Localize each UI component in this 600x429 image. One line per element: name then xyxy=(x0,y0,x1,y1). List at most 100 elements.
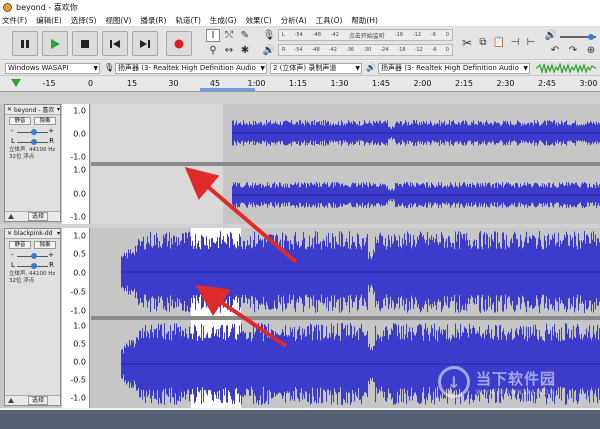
waveform-left-channel[interactable] xyxy=(91,104,600,162)
solo-button[interactable]: 独奏 xyxy=(34,117,56,125)
trim-icon[interactable]: ⊣ xyxy=(508,36,522,49)
menu-tracks[interactable]: 轨道(T) xyxy=(175,15,200,26)
waveform-left-channel[interactable] xyxy=(91,228,600,316)
zoom-tool-icon[interactable]: ⚲ xyxy=(206,44,220,57)
audio-host-select[interactable]: Windows WASAPI ▼ xyxy=(5,63,100,74)
chevron-down-icon[interactable]: ▾ xyxy=(57,106,60,113)
skip-to-start-button[interactable] xyxy=(102,31,128,56)
record-button[interactable] xyxy=(166,31,192,56)
play-icon xyxy=(51,38,60,49)
recording-channels-select[interactable]: 2 (立体声) 录制声道 ▼ xyxy=(270,63,362,74)
play-head-icon[interactable] xyxy=(11,79,21,87)
pause-button[interactable] xyxy=(12,31,38,56)
timeline-ruler[interactable]: -15 0 15 30 45 1:00 1:15 1:30 1:45 2:00 2:15 2:30 2:… xyxy=(0,76,600,92)
track-format: 立体声, 44100 Hz xyxy=(9,271,56,277)
menu-view[interactable]: 视图(V) xyxy=(105,15,131,26)
pan-slider-knob[interactable] xyxy=(31,139,37,145)
mute-button[interactable]: 静音 xyxy=(9,241,31,249)
solo-button[interactable]: 独奏 xyxy=(34,241,56,249)
track-bit-depth: 32位 浮点 xyxy=(9,278,35,284)
meter-tick: -54 xyxy=(294,32,303,38)
collapse-track-icon[interactable] xyxy=(8,398,14,403)
track-name[interactable]: blackpink-dd xyxy=(14,230,57,237)
draw-tool-icon[interactable]: ✎ xyxy=(238,29,252,42)
track-name[interactable]: beyond - 喜欢 xyxy=(14,105,57,114)
gain-minus-label: - xyxy=(11,127,14,135)
status-bar xyxy=(0,410,600,429)
recording-channels-value: 2 (立体声) 录制声道 xyxy=(273,64,337,72)
envelope-tool-icon[interactable]: ⤲ xyxy=(222,29,236,42)
menu-transport[interactable]: 播录(R) xyxy=(140,15,166,26)
track-footer: 选择 xyxy=(5,211,60,221)
watermark-logo-icon: ↓ xyxy=(438,366,470,398)
playback-meter[interactable]: R -54 -48 -42 -36 -30 -24 -18 -12 -6 0 xyxy=(278,44,453,56)
meter-tick: -18 xyxy=(397,47,406,53)
gain-slider-knob[interactable] xyxy=(31,129,37,135)
track-buttons: 静音 独奏 xyxy=(5,115,60,127)
recording-device-select[interactable]: 扬声器 (3- Realtek High Definition Audio ▼ xyxy=(115,63,267,74)
undo-icon[interactable]: ↶ xyxy=(548,44,562,57)
microphone-icon[interactable]: 🎙 xyxy=(262,29,276,42)
menu-help[interactable]: 帮助(H) xyxy=(351,15,378,26)
cut-icon[interactable]: ✂ xyxy=(460,36,474,50)
chevron-down-icon: ▼ xyxy=(93,65,98,72)
menu-effect[interactable]: 效果(C) xyxy=(246,15,272,26)
chevron-down-icon[interactable]: ▾ xyxy=(57,230,60,237)
amplitude-scale: 1.0 0.0 -1.0 1.0 0.0 -1.0 xyxy=(62,104,90,224)
track-control-panel: ✕ blackpink-dd ▾ 静音 独奏 - + L R 立体声, 4410… xyxy=(4,228,61,406)
watermark: ↓ 当下软件园 WWW.DOWNXIA.COM xyxy=(438,366,556,398)
close-track-icon[interactable]: ✕ xyxy=(5,230,14,237)
meter-tick: -6 xyxy=(430,32,436,38)
pan-slider[interactable]: L R xyxy=(11,137,54,147)
track-bit-depth: 32位 浮点 xyxy=(9,154,35,160)
pan-right-label: R xyxy=(49,137,54,145)
menu-bar: 文件(F) 编辑(E) 选择(S) 视图(V) 播录(R) 轨道(T) 生成(G… xyxy=(0,14,600,27)
silence-icon[interactable]: ⊢ xyxy=(524,36,538,49)
zoom-in-icon[interactable]: ⊕ xyxy=(584,44,598,57)
meter-left-label: L xyxy=(282,32,285,38)
timeline-tick-label: 45 xyxy=(209,79,221,88)
select-track-button[interactable]: 选择 xyxy=(28,396,49,405)
waveform-right-channel[interactable] xyxy=(91,166,600,224)
timeline-tick-label: 1:15 xyxy=(289,79,307,88)
pan-slider[interactable]: L R xyxy=(11,261,54,271)
menu-select[interactable]: 选择(S) xyxy=(71,15,97,26)
skip-start-icon xyxy=(110,39,120,48)
select-track-button[interactable]: 选择 xyxy=(28,212,49,221)
gain-slider[interactable]: - + xyxy=(11,251,54,261)
stop-button[interactable] xyxy=(72,31,98,56)
menu-edit[interactable]: 编辑(E) xyxy=(36,15,62,26)
track-info: 立体声, 44100 Hz 32位 浮点 xyxy=(5,147,60,161)
copy-icon[interactable]: ⧉ xyxy=(476,36,490,49)
chevron-down-icon: ▼ xyxy=(260,65,265,72)
speaker-volume-icon: 🔊 xyxy=(544,30,558,41)
record-meter[interactable]: L -54 -48 -42 点击开始监听 -18 -12 -6 0 xyxy=(278,29,453,41)
menu-tools[interactable]: 工具(O) xyxy=(316,15,343,26)
track-buttons: 静音 独奏 xyxy=(5,239,60,251)
menu-file[interactable]: 文件(F) xyxy=(2,15,27,26)
speaker-icon[interactable]: 🔊 xyxy=(262,44,276,57)
pan-slider-knob[interactable] xyxy=(31,263,37,269)
gain-slider[interactable]: - + xyxy=(11,127,54,137)
meter-tick: -24 xyxy=(380,47,389,53)
multi-tool-icon[interactable]: ✱ xyxy=(238,44,252,57)
scale-label: 1.0 xyxy=(73,165,86,175)
paste-icon[interactable]: 📋 xyxy=(492,36,506,49)
scale-label: 0.0 xyxy=(73,268,86,278)
skip-to-end-button[interactable] xyxy=(132,31,158,56)
menu-analyze[interactable]: 分析(A) xyxy=(281,15,307,26)
timeshift-tool-icon[interactable]: ↔ xyxy=(222,44,236,57)
track-header: ✕ blackpink-dd ▾ xyxy=(5,229,60,239)
stop-icon xyxy=(81,39,89,48)
playback-volume-slider[interactable] xyxy=(560,34,596,40)
redo-icon[interactable]: ↷ xyxy=(566,44,580,57)
playback-device-select[interactable]: 扬声器 (3- Realtek High Definition Audio ▼ xyxy=(378,63,530,74)
menu-generate[interactable]: 生成(G) xyxy=(210,15,237,26)
close-track-icon[interactable]: ✕ xyxy=(5,106,14,113)
timeline-tick-label: 2:45 xyxy=(538,79,556,88)
collapse-track-icon[interactable] xyxy=(8,214,14,219)
selection-tool-icon[interactable]: I xyxy=(206,29,220,42)
gain-slider-knob[interactable] xyxy=(31,253,37,259)
play-button[interactable] xyxy=(42,31,68,56)
mute-button[interactable]: 静音 xyxy=(9,117,31,125)
